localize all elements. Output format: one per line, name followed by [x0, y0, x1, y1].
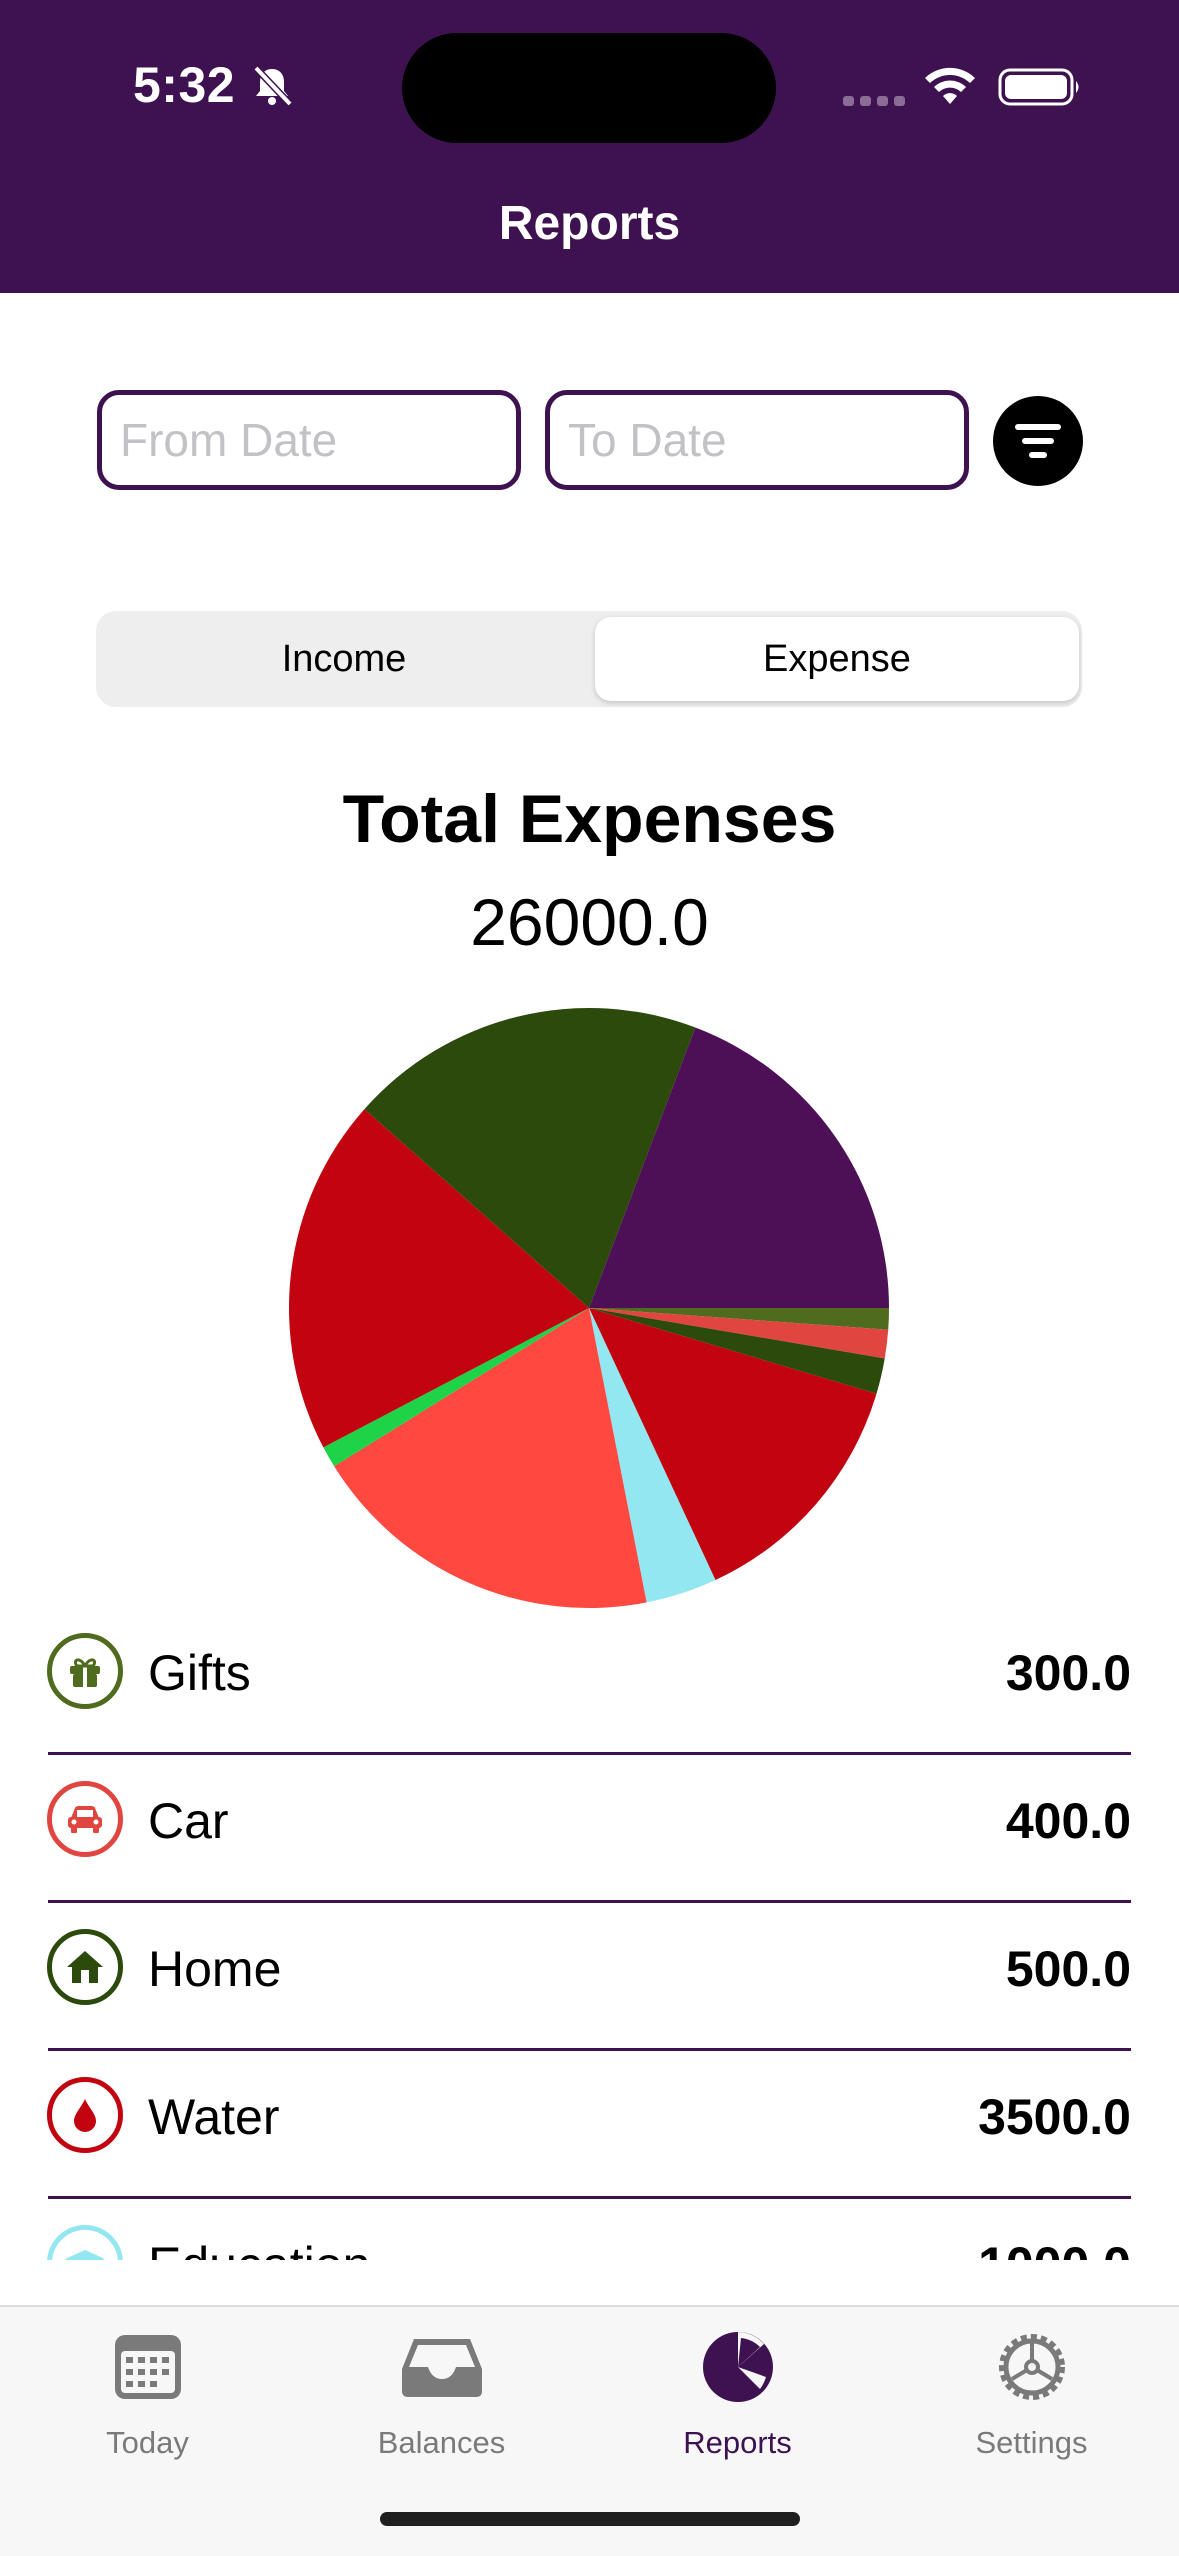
category-name: Education: [148, 2236, 370, 2260]
tab-label: Today: [106, 2425, 189, 2460]
tab-label: Reports: [683, 2425, 792, 2460]
segment-income[interactable]: Income: [102, 617, 586, 701]
filter-icon: [1015, 424, 1061, 430]
category-amount: 400.0: [1005, 1793, 1131, 1849]
battery-icon: [998, 68, 1079, 106]
header-bar: 5:32 Reports: [0, 0, 1179, 293]
tab-label: Settings: [975, 2425, 1088, 2460]
from-date-field[interactable]: [97, 390, 521, 490]
total-expenses-title: Total Expenses: [342, 781, 837, 857]
calendar-icon: [114, 2335, 181, 2399]
filter-icon: [1029, 452, 1047, 458]
category-name: Gifts: [148, 1645, 251, 1701]
page-title: Reports: [498, 197, 681, 250]
dynamic-island: [402, 33, 776, 143]
category-amount: 1000.0: [978, 2236, 1131, 2260]
list-item[interactable]: Education 1000.0: [0, 2192, 1179, 2260]
graduation-cap-icon: [47, 2225, 123, 2260]
cellular-signal-icon: [843, 96, 905, 106]
list-item[interactable]: Water 3500.0: [0, 2044, 1179, 2199]
list-item[interactable]: Car 400.0: [0, 1748, 1179, 1903]
category-name: Water: [148, 2089, 280, 2145]
tab-label: Balances: [377, 2425, 506, 2460]
pie-chart-icon: [702, 2332, 773, 2402]
bell-slash-icon: [253, 65, 293, 107]
car-icon: [47, 1781, 123, 1857]
income-expense-segmented-control: Income Expense: [96, 611, 1082, 707]
wifi-icon: [925, 67, 975, 104]
home-indicator: [380, 2512, 800, 2526]
tab-reports[interactable]: Reports: [590, 2307, 885, 2507]
expense-pie-chart: [289, 1008, 889, 1608]
gift-icon: [47, 1633, 123, 1709]
tray-icon: [401, 2339, 482, 2397]
list-item[interactable]: Home 500.0: [0, 1896, 1179, 2051]
filter-icon: [1022, 438, 1054, 444]
category-name: Home: [148, 1941, 282, 1997]
filter-button[interactable]: [993, 396, 1083, 486]
category-list: Gifts 300.0 Car 400.0 Home 500.0 Water 3…: [0, 1600, 1179, 2260]
status-time: 5:32: [133, 57, 236, 113]
list-item[interactable]: Gifts 300.0: [0, 1600, 1179, 1755]
tab-balances[interactable]: Balances: [294, 2307, 589, 2507]
total-expenses-value: 26000.0: [470, 885, 709, 959]
category-amount: 500.0: [1005, 1941, 1131, 1997]
gear-icon: [998, 2334, 1065, 2400]
to-date-field[interactable]: [545, 390, 969, 490]
category-name: Car: [148, 1793, 229, 1849]
category-amount: 300.0: [1005, 1645, 1131, 1701]
category-amount: 3500.0: [978, 2089, 1131, 2145]
water-drop-icon: [47, 2077, 123, 2153]
tab-today[interactable]: Today: [0, 2307, 295, 2507]
segment-expense[interactable]: Expense: [595, 617, 1079, 701]
home-icon: [47, 1929, 123, 2005]
tab-settings[interactable]: Settings: [884, 2307, 1179, 2507]
